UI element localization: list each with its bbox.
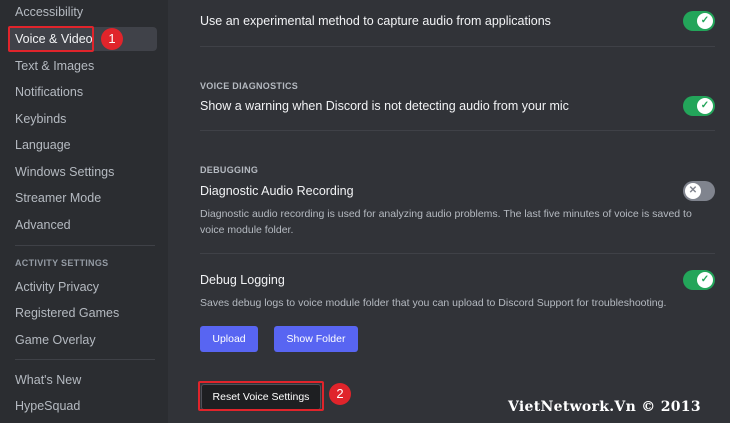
sidebar-item-registered-games[interactable]: Registered Games — [8, 301, 157, 325]
watermark: VietNetwork.Vn © 2013 — [508, 399, 701, 415]
sidebar-divider — [15, 359, 155, 360]
sidebar-header-activity-settings: ACTIVITY SETTINGS — [15, 258, 109, 268]
sidebar-item-streamer-mode[interactable]: Streamer Mode — [8, 186, 157, 210]
sidebar-item-voice-video[interactable]: Voice & Video — [8, 27, 157, 51]
upload-button[interactable]: Upload — [200, 326, 258, 352]
section-divider — [200, 46, 715, 47]
check-icon: ✓ — [697, 272, 713, 288]
step-number-badge-1: 1 — [101, 28, 123, 50]
sidebar-item-keybinds[interactable]: Keybinds — [8, 107, 157, 131]
experimental-capture-label: Use an experimental method to capture au… — [200, 14, 551, 28]
diagnostic-recording-description: Diagnostic audio recording is used for a… — [200, 208, 692, 236]
settings-sidebar: Accessibility Voice & Video Text & Image… — [0, 0, 168, 423]
debug-logging-description: Saves debug logs to voice module folder … — [200, 297, 667, 309]
experimental-capture-toggle[interactable]: ✓ — [683, 11, 715, 31]
diagnostic-recording-toggle[interactable]: ✕ — [683, 181, 715, 201]
sidebar-item-text-images[interactable]: Text & Images — [8, 54, 157, 78]
sidebar-item-game-overlay[interactable]: Game Overlay — [8, 328, 157, 352]
diagnostic-recording-label: Diagnostic Audio Recording — [200, 184, 354, 198]
sidebar-item-language[interactable]: Language — [8, 133, 157, 157]
sidebar-item-hypesquad[interactable]: HypeSquad — [8, 394, 157, 418]
x-icon: ✕ — [685, 183, 701, 199]
sidebar-item-advanced[interactable]: Advanced — [8, 213, 157, 237]
show-folder-button[interactable]: Show Folder — [274, 326, 358, 352]
debug-logging-label: Debug Logging — [200, 273, 285, 287]
sidebar-divider — [15, 245, 155, 246]
section-divider — [200, 130, 715, 131]
sidebar-item-whats-new[interactable]: What's New — [8, 368, 157, 392]
mic-warning-toggle[interactable]: ✓ — [683, 96, 715, 116]
check-icon: ✓ — [697, 13, 713, 29]
check-icon: ✓ — [697, 98, 713, 114]
debug-logging-toggle[interactable]: ✓ — [683, 270, 715, 290]
reset-voice-settings-button[interactable]: Reset Voice Settings — [201, 384, 321, 410]
step-number-badge-2: 2 — [329, 383, 351, 405]
sidebar-item-windows-settings[interactable]: Windows Settings — [8, 160, 157, 184]
debugging-header: DEBUGGING — [200, 165, 259, 175]
sidebar-item-notifications[interactable]: Notifications — [8, 80, 157, 104]
voice-diagnostics-header: VOICE DIAGNOSTICS — [200, 81, 299, 91]
mic-warning-label: Show a warning when Discord is not detec… — [200, 99, 569, 113]
section-divider — [200, 253, 715, 254]
sidebar-item-accessibility[interactable]: Accessibility — [8, 0, 157, 24]
sidebar-item-activity-privacy[interactable]: Activity Privacy — [8, 275, 157, 299]
